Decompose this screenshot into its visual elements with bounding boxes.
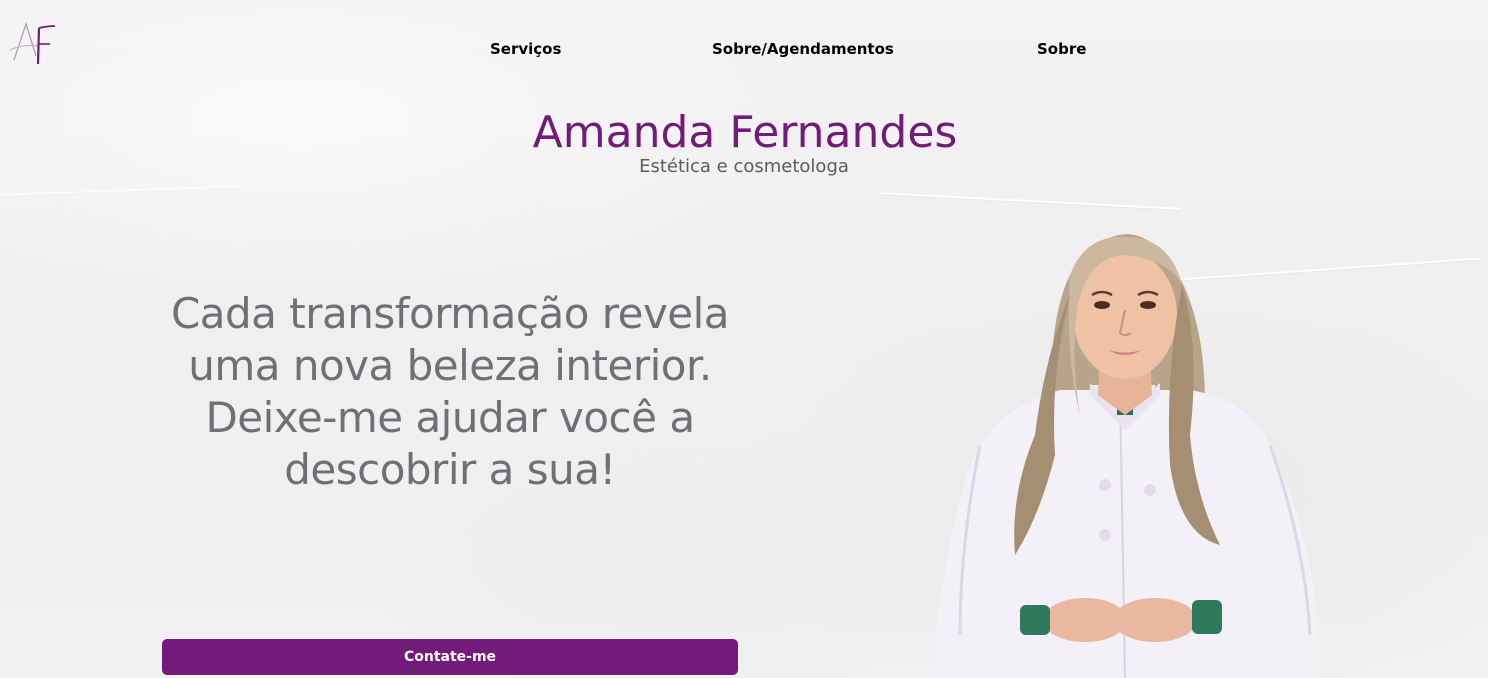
page-title: Amanda Fernandes: [532, 107, 958, 158]
af-monogram-icon: [9, 21, 56, 65]
nav-sobre-agendamentos[interactable]: Sobre/Agendamentos: [712, 40, 894, 58]
af-logo[interactable]: [8, 20, 60, 70]
portrait-photo: [935, 234, 1318, 678]
paper-crease: [880, 192, 1180, 210]
nav-servicos[interactable]: Serviços: [490, 40, 561, 58]
contact-button[interactable]: Contate-me: [162, 639, 738, 675]
paper-crease: [0, 185, 240, 197]
hero-tagline: Cada transformação revela uma nova belez…: [170, 289, 730, 494]
nav-sobre[interactable]: Sobre: [1037, 40, 1086, 58]
page-subtitle: Estética e cosmetologa: [639, 156, 849, 177]
